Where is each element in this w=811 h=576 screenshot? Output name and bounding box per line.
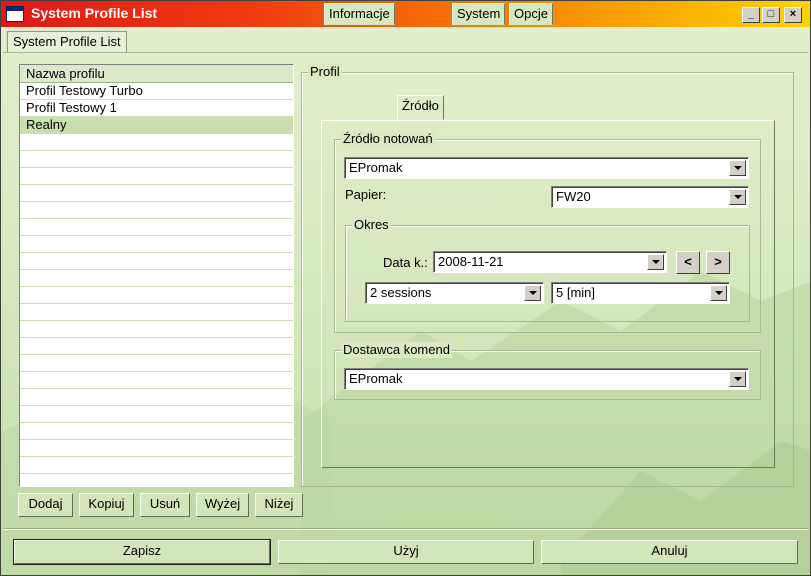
command-provider-label: Dostawca komend (341, 342, 452, 358)
sessions-value: 2 sessions (370, 285, 432, 300)
paper-label: Papier: (345, 187, 387, 202)
main-window: System Profile List _ □ × System Profile… (0, 0, 811, 576)
list-empty-row (20, 389, 293, 406)
minimize-button[interactable]: _ (742, 7, 760, 23)
copy-button[interactable]: Kopiuj (79, 493, 134, 517)
chevron-down-icon[interactable] (729, 371, 746, 387)
chevron-down-icon[interactable] (729, 189, 746, 205)
tab-informacje[interactable]: Informacje (324, 3, 395, 25)
list-empty-row (20, 219, 293, 236)
profile-group-label: Profil (308, 64, 342, 80)
list-empty-row (20, 236, 293, 253)
list-empty-row (20, 270, 293, 287)
cancel-button[interactable]: Anuluj (541, 540, 798, 564)
paper-value: FW20 (556, 189, 591, 204)
list-empty-row (20, 253, 293, 270)
close-button[interactable]: × (784, 7, 802, 23)
list-empty-row (20, 168, 293, 185)
list-empty-row (20, 304, 293, 321)
date-picker[interactable]: 2008-11-21 (433, 251, 667, 273)
footer-separator (3, 528, 808, 530)
tab-zrodlo[interactable]: Źródło (397, 95, 444, 120)
list-empty-row (20, 355, 293, 372)
list-empty-row (20, 406, 293, 423)
chevron-down-icon[interactable] (647, 254, 664, 270)
date-label: Data k.: (383, 255, 428, 270)
interval-value: 5 [min] (556, 285, 596, 300)
chevron-down-icon[interactable] (524, 285, 541, 301)
list-item[interactable]: Profil Testowy 1 (20, 100, 293, 117)
move-down-button[interactable]: Niżej (255, 493, 303, 517)
window-title: System Profile List (31, 5, 158, 21)
list-empty-row (20, 372, 293, 389)
list-item[interactable]: Realny (20, 117, 293, 134)
command-provider-select[interactable]: EPromak (344, 368, 749, 390)
list-empty-row (20, 423, 293, 440)
period-label: Okres (352, 217, 391, 233)
profile-list[interactable]: Nazwa profilu Profil Testowy Turbo Profi… (19, 64, 294, 487)
apply-button[interactable]: Użyj (278, 540, 534, 564)
save-button[interactable]: Zapisz (13, 539, 271, 565)
sessions-select[interactable]: 2 sessions (365, 282, 544, 304)
list-empty-row (20, 338, 293, 355)
window-icon (6, 6, 24, 22)
list-empty-row (20, 321, 293, 338)
add-button[interactable]: Dodaj (18, 493, 73, 517)
next-date-button[interactable]: > (706, 251, 730, 274)
list-empty-row (20, 287, 293, 304)
interval-select[interactable]: 5 [min] (551, 282, 730, 304)
date-value: 2008-11-21 (438, 254, 504, 269)
quote-provider-value: EPromak (349, 160, 403, 175)
maximize-button[interactable]: □ (762, 7, 780, 23)
list-item[interactable]: Profil Testowy Turbo (20, 83, 293, 100)
chevron-down-icon[interactable] (710, 285, 727, 301)
remove-button[interactable]: Usuń (140, 493, 190, 517)
title-bar[interactable]: System Profile List _ □ × (1, 1, 810, 27)
list-empty-row (20, 185, 293, 202)
tab-system-profile-list[interactable]: System Profile List (7, 31, 127, 53)
paper-select[interactable]: FW20 (551, 186, 749, 208)
list-header-profile-name[interactable]: Nazwa profilu (20, 65, 293, 83)
list-empty-row (20, 202, 293, 219)
list-empty-row (20, 440, 293, 457)
chevron-down-icon[interactable] (729, 160, 746, 176)
tab-divider (3, 52, 808, 53)
tab-opcje[interactable]: Opcje (509, 3, 553, 25)
list-empty-row (20, 474, 293, 486)
move-up-button[interactable]: Wyżej (196, 493, 249, 517)
list-empty-row (20, 457, 293, 474)
command-provider-value: EPromak (349, 371, 403, 386)
quote-source-label: Źródło notowań (341, 131, 435, 147)
previous-date-button[interactable]: < (676, 251, 700, 274)
tab-system[interactable]: System (452, 3, 506, 25)
list-empty-row (20, 151, 293, 168)
quote-provider-select[interactable]: EPromak (344, 157, 749, 179)
list-empty-row (20, 134, 293, 151)
